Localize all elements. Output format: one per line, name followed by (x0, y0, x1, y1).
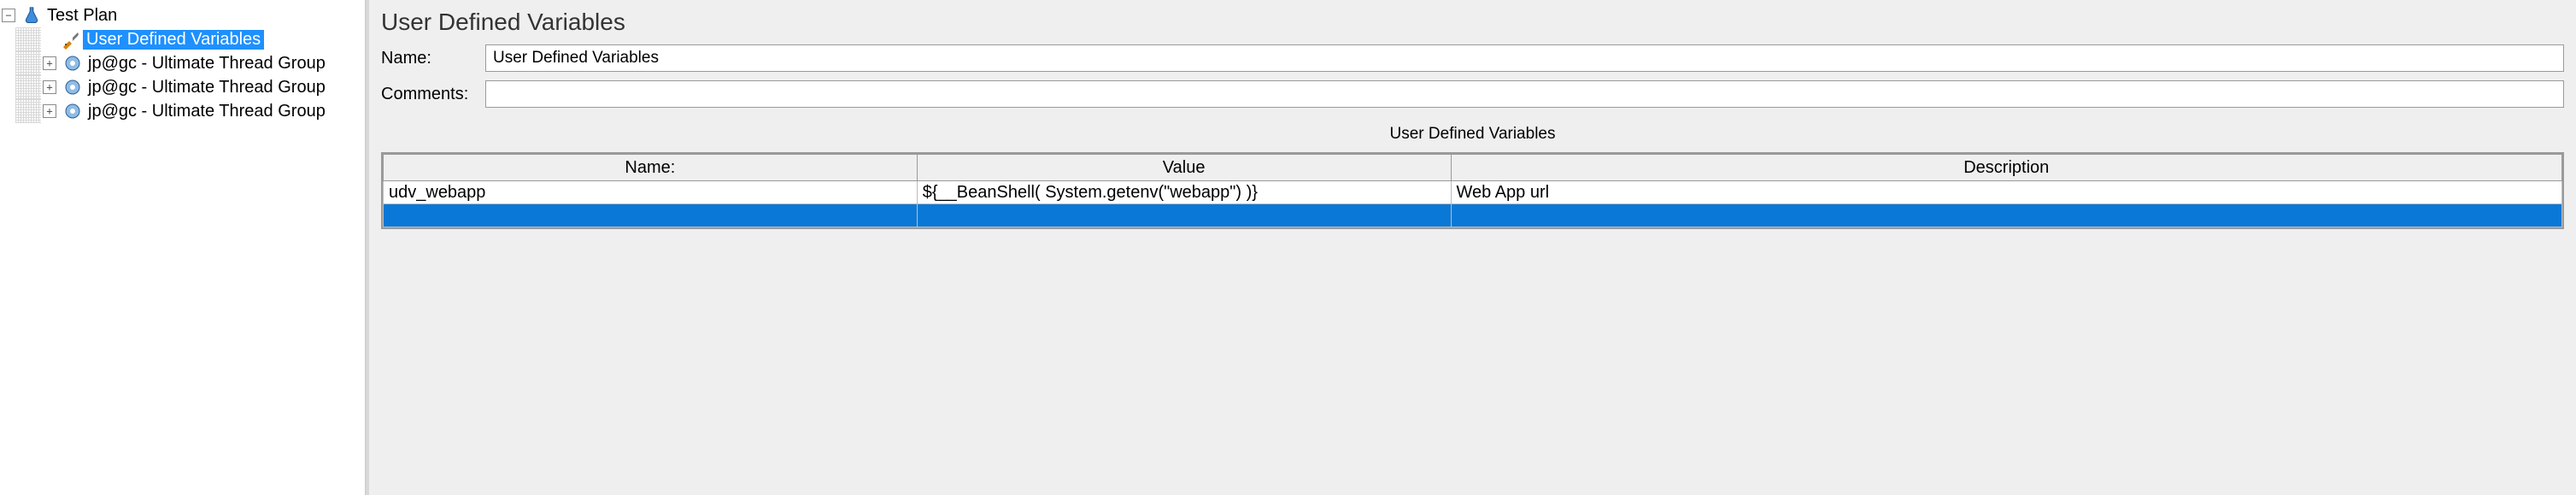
flask-icon (21, 5, 42, 27)
expand-icon[interactable]: + (43, 104, 56, 118)
cell-empty[interactable] (384, 204, 918, 227)
table-row-empty-selected[interactable] (384, 204, 2562, 227)
wrench-screwdriver-icon (60, 29, 81, 50)
name-label: Name: (381, 49, 475, 68)
tree-guide-icon (15, 99, 41, 123)
name-input[interactable] (485, 44, 2564, 72)
cell-name[interactable]: udv_webapp (384, 181, 918, 204)
tree-item[interactable]: + jp@gc - Ultimate Thread Group (2, 75, 365, 99)
editor-panel: User Defined Variables Name: Comments: U… (366, 0, 2576, 495)
col-header-name[interactable]: Name: (384, 155, 918, 181)
cell-description[interactable]: Web App url (1451, 181, 2562, 204)
tree-panel: − Test Plan User Defined Variables + jp@gc… (0, 0, 366, 495)
variables-table[interactable]: Name: Value Description udv_webapp${__Be… (381, 152, 2564, 229)
col-header-description[interactable]: Description (1451, 155, 2562, 181)
expand-icon[interactable]: + (43, 80, 56, 94)
tree-item-label: jp@gc - Ultimate Thread Group (85, 102, 329, 121)
tree-item-label: jp@gc - Ultimate Thread Group (85, 54, 329, 74)
page-title: User Defined Variables (381, 9, 2564, 36)
table-section-title: User Defined Variables (381, 125, 2564, 144)
comments-label: Comments: (381, 85, 475, 104)
tree-guide-icon (15, 75, 41, 99)
gear-icon (62, 77, 83, 98)
tree-item-label: jp@gc - Ultimate Thread Group (85, 78, 329, 97)
cell-empty[interactable] (917, 204, 1451, 227)
tree-guide-icon (15, 27, 41, 51)
table-row[interactable]: udv_webapp${__BeanShell( System.getenv("… (384, 181, 2562, 204)
tree-root-label: Test Plan (44, 6, 120, 26)
tree-item[interactable]: + jp@gc - Ultimate Thread Group (2, 51, 365, 75)
tree-item-label: User Defined Variables (83, 30, 264, 50)
col-header-value[interactable]: Value (917, 155, 1451, 181)
tree-guide-icon (15, 51, 41, 75)
tree-item[interactable]: + jp@gc - Ultimate Thread Group (2, 99, 365, 123)
tree-item[interactable]: User Defined Variables (2, 27, 365, 51)
gear-icon (62, 53, 83, 74)
collapse-icon[interactable]: − (2, 9, 15, 22)
tree-root[interactable]: − Test Plan (2, 3, 365, 27)
gear-icon (62, 101, 83, 122)
cell-empty[interactable] (1451, 204, 2562, 227)
cell-value[interactable]: ${__BeanShell( System.getenv("webapp") )… (917, 181, 1451, 204)
comments-input[interactable] (485, 80, 2564, 108)
expand-icon[interactable]: + (43, 56, 56, 70)
